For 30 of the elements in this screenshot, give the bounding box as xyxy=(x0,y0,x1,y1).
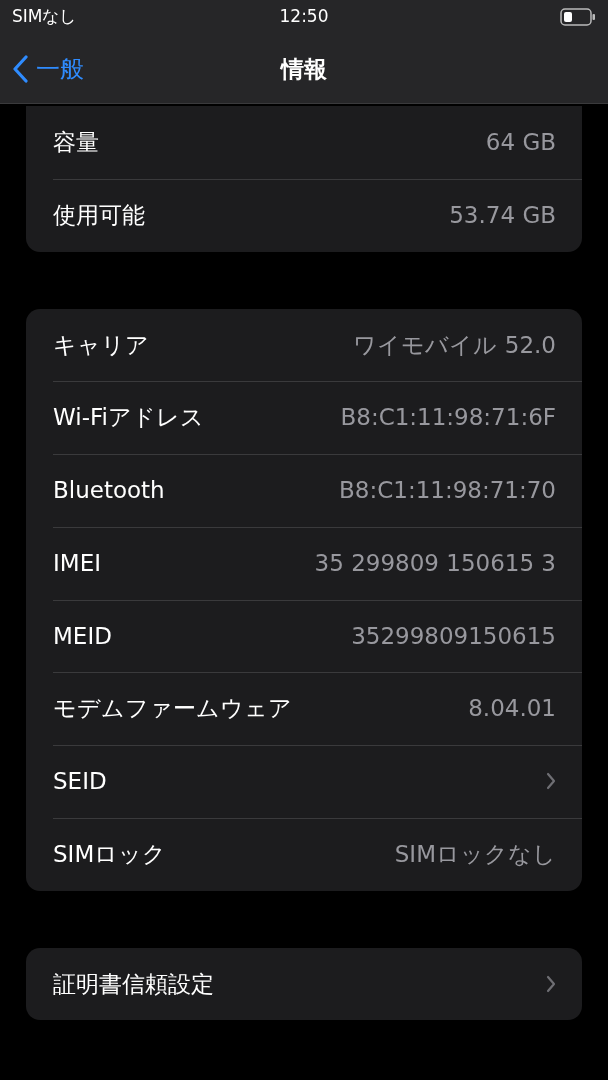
battery-icon xyxy=(560,8,596,26)
row-label: 容量 xyxy=(53,128,99,158)
row-label: 証明書信頼設定 xyxy=(53,969,214,999)
row-value: 35 299809 150615 3 xyxy=(314,548,556,578)
carrier-text: SIMなし xyxy=(12,5,77,29)
row-value: 53.74 GB xyxy=(449,200,556,230)
row-value: 8.04.01 xyxy=(468,694,556,724)
row-label: SIMロック xyxy=(53,839,167,869)
row-label: Bluetooth xyxy=(53,476,165,506)
chevron-icon xyxy=(546,974,556,993)
row-value: ワイモバイル 52.0 xyxy=(353,330,556,360)
row-value: B8:C1:11:98:71:70 xyxy=(339,476,556,506)
clock-text: 12:50 xyxy=(279,5,329,28)
row-label: キャリア xyxy=(53,330,149,360)
row-value: SIMロックなし xyxy=(394,839,556,869)
settings-row[interactable]: 証明書信頼設定 xyxy=(26,947,582,1021)
row-label: MEID xyxy=(53,621,112,651)
back-chevron-icon xyxy=(12,55,28,83)
page-title: 情報 xyxy=(281,55,327,84)
row-value: 35299809150615 xyxy=(351,621,556,651)
settings-row[interactable]: SEID xyxy=(26,745,582,818)
row-label: モデムファームウェア xyxy=(53,694,292,724)
row-label: IMEI xyxy=(53,548,101,578)
chevron-icon xyxy=(546,772,556,791)
row-label: Wi-Fiアドレス xyxy=(53,403,204,433)
row-label: 使用可能 xyxy=(53,200,145,230)
row-value: B8:C1:11:98:71:6F xyxy=(340,403,556,433)
row-label: SEID xyxy=(53,767,107,797)
back-button[interactable]: 一般 xyxy=(0,34,84,104)
row-value: 64 GB xyxy=(485,128,556,158)
